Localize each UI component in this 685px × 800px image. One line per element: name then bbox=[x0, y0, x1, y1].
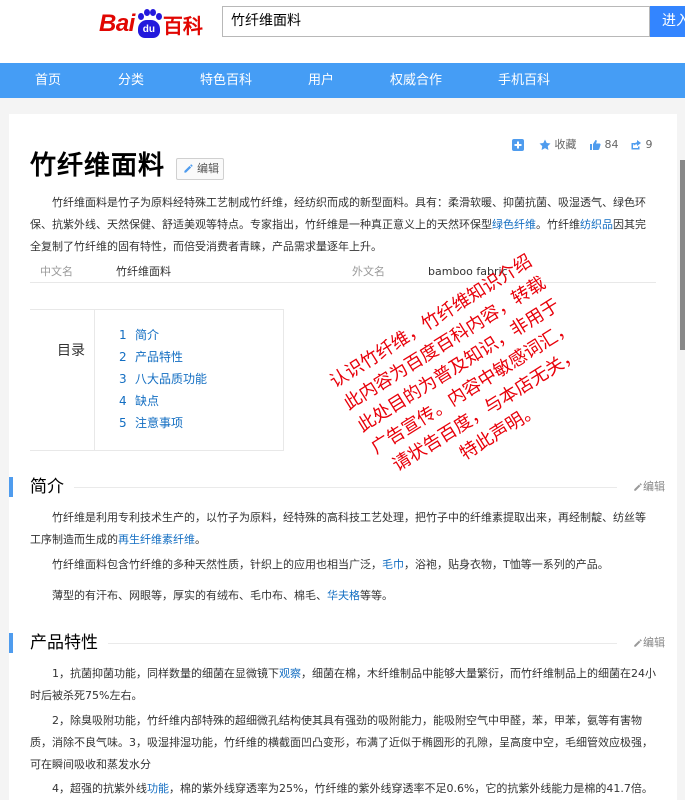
like-button[interactable]: 84 bbox=[589, 137, 619, 153]
toc-text: 简介 bbox=[135, 328, 160, 342]
toc-item[interactable]: 3 八大品质功能 bbox=[119, 371, 207, 387]
nav-item-home[interactable]: 首页 bbox=[35, 63, 61, 98]
toc-item[interactable]: 1 简介 bbox=[119, 327, 159, 343]
section-bar bbox=[9, 633, 13, 653]
section-rule bbox=[30, 643, 617, 644]
nav-item-partners[interactable]: 权威合作 bbox=[390, 63, 442, 98]
search-button[interactable]: 进入 bbox=[650, 6, 685, 37]
text: 等等。 bbox=[360, 589, 393, 602]
table-of-contents: 目录 1 简介 2 产品特性 3 八大品质功能 4 缺点 5 注意事项 bbox=[30, 309, 284, 451]
intro-text-2: 。竹纤维 bbox=[536, 218, 580, 231]
section2-paragraph-3: 4，超强的抗紫外线功能，棉的紫外线穿透率为25%，竹纤维的紫外线穿透率不足0.6… bbox=[30, 778, 656, 800]
toc-num: 1 bbox=[119, 328, 127, 342]
section1-paragraph-3: 薄型的有汗布、网眼等，厚实的有绒布、毛巾布、棉毛、华夫格等等。 bbox=[30, 585, 656, 607]
add-icon[interactable] bbox=[512, 137, 524, 153]
thumbs-up-icon bbox=[590, 140, 601, 150]
section-bar bbox=[9, 477, 13, 497]
toc-text: 产品特性 bbox=[135, 350, 184, 364]
toc-num: 4 bbox=[119, 394, 127, 408]
nav-item-mobile[interactable]: 手机百科 bbox=[498, 63, 550, 98]
paw-icon: du bbox=[136, 9, 162, 39]
toc-text: 缺点 bbox=[135, 394, 160, 408]
pencil-icon bbox=[184, 164, 193, 173]
favorite-button[interactable]: 收藏 bbox=[539, 137, 577, 153]
toc-divider bbox=[94, 310, 95, 450]
text: ，棉的紫外线穿透率为25%，竹纤维的紫外线穿透率不足0.6%，它的抗紫外线能力是… bbox=[169, 782, 653, 795]
text: 。 bbox=[195, 533, 206, 546]
section-title: 简介 bbox=[30, 475, 74, 499]
share-button[interactable]: 9 bbox=[630, 137, 653, 153]
toc-item[interactable]: 4 缺点 bbox=[119, 393, 159, 409]
nav-item-category[interactable]: 分类 bbox=[118, 63, 144, 98]
pencil-icon bbox=[634, 639, 642, 647]
link-regenerated-cellulose[interactable]: 再生纤维素纤维 bbox=[118, 533, 195, 546]
text: 1，抗菌抑菌功能，同样数量的细菌在显微镜下 bbox=[52, 667, 279, 680]
link-waffle[interactable]: 华夫格 bbox=[327, 589, 360, 602]
text: ，浴袍，贴身衣物，T恤等一系列的产品。 bbox=[404, 558, 609, 571]
toc-item[interactable]: 2 产品特性 bbox=[119, 349, 183, 365]
section-edit-label: 编辑 bbox=[643, 636, 665, 649]
text: 薄型的有汗布、网眼等，厚实的有绒布、毛巾布、棉毛、 bbox=[52, 589, 327, 602]
toc-num: 3 bbox=[119, 372, 127, 386]
like-count: 84 bbox=[604, 138, 619, 151]
edit-button[interactable]: 编辑 bbox=[176, 158, 224, 180]
toc-num: 2 bbox=[119, 350, 127, 364]
section2-paragraph-2: 2，除臭吸附功能，竹纤维内部特殊的超细微孔结构使其具有强劲的吸附能力，能吸附空气… bbox=[30, 714, 653, 771]
logo-bai-text: Bai bbox=[99, 10, 135, 37]
section-edit-label: 编辑 bbox=[643, 480, 665, 493]
cn-name-value: 竹纤维面料 bbox=[116, 265, 171, 278]
top-header: Bai du 百科 竹纤维面料 进入 bbox=[0, 0, 685, 63]
section-title: 产品特性 bbox=[30, 631, 108, 655]
section-heading-intro: 简介 编辑 bbox=[9, 475, 677, 499]
toc-num: 5 bbox=[119, 416, 127, 430]
star-icon bbox=[539, 139, 551, 150]
nav-item-featured[interactable]: 特色百科 bbox=[200, 63, 252, 98]
search-input[interactable]: 竹纤维面料 bbox=[222, 6, 650, 37]
page-edge-strip bbox=[680, 160, 685, 350]
link-towel[interactable]: 毛巾 bbox=[382, 558, 404, 571]
page-title: 竹纤维面料 bbox=[30, 151, 166, 181]
main-nav: 首页 分类 特色百科 用户 权威合作 手机百科 bbox=[0, 63, 685, 98]
section-edit-button[interactable]: 编辑 bbox=[633, 635, 665, 651]
baidu-baike-logo[interactable]: Bai du 百科 bbox=[99, 6, 203, 42]
toc-text: 八大品质功能 bbox=[135, 372, 208, 386]
pencil-icon bbox=[634, 483, 642, 491]
toc-item[interactable]: 5 注意事项 bbox=[119, 415, 183, 431]
share-icon bbox=[631, 140, 641, 150]
link-observe[interactable]: 观察 bbox=[279, 667, 301, 680]
edit-label: 编辑 bbox=[197, 162, 219, 175]
link-function[interactable]: 功能 bbox=[147, 782, 169, 795]
section2-paragraph-1: 1，抗菌抑菌功能，同样数量的细菌在显微镜下观察，细菌在棉，木纤维制品中能够大量繁… bbox=[30, 663, 656, 707]
link-green-fiber[interactable]: 绿色纤维 bbox=[492, 218, 536, 231]
logo-du-text: du bbox=[137, 20, 160, 38]
foreign-name-label: 外文名 bbox=[352, 265, 385, 278]
text: 竹纤维面料包含竹纤维的多种天然性质，针织上的应用也相当广泛， bbox=[52, 558, 382, 571]
text: 4，超强的抗紫外线 bbox=[52, 782, 147, 795]
nav-item-users[interactable]: 用户 bbox=[308, 63, 334, 98]
section-edit-button[interactable]: 编辑 bbox=[633, 479, 665, 495]
section-heading-features: 产品特性 编辑 bbox=[9, 631, 677, 655]
favorite-label: 收藏 bbox=[554, 138, 577, 151]
cn-name-label: 中文名 bbox=[40, 265, 73, 278]
link-textile[interactable]: 纺织品 bbox=[580, 218, 613, 231]
toc-text: 注意事项 bbox=[135, 416, 184, 430]
toc-label: 目录 bbox=[57, 343, 85, 359]
section1-paragraph-2: 竹纤维面料包含竹纤维的多种天然性质，针织上的应用也相当广泛，毛巾，浴袍，贴身衣物… bbox=[30, 554, 656, 576]
section1-paragraph-1: 竹纤维是利用专利技术生产的，以竹子为原料，经特殊的高科技工艺处理，把竹子中的纤维… bbox=[30, 507, 656, 551]
logo-baike-text: 百科 bbox=[162, 13, 203, 38]
share-count: 9 bbox=[645, 138, 653, 151]
